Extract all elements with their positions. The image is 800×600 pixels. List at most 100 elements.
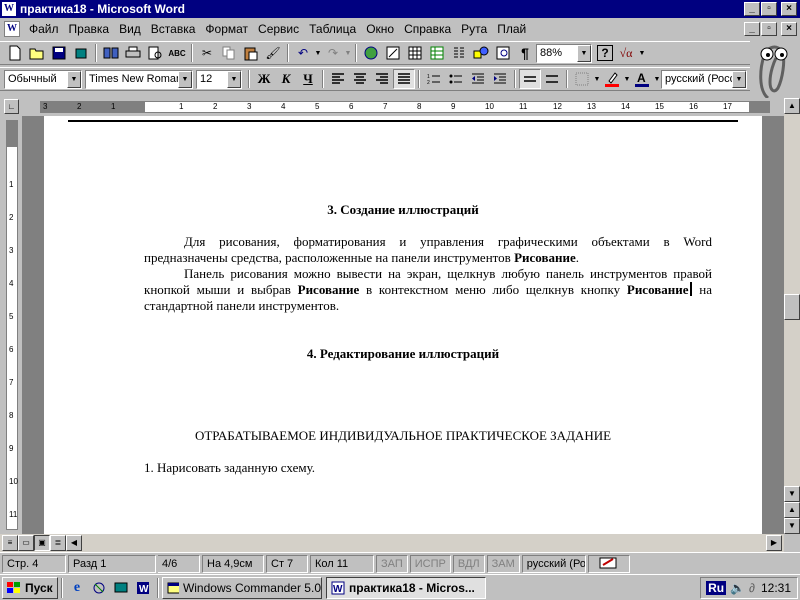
hyperlink-icon[interactable] — [360, 43, 382, 63]
align-right-icon[interactable] — [371, 69, 393, 89]
menu-format[interactable]: Формат — [200, 22, 253, 36]
normal-view-icon[interactable]: ≡ — [2, 535, 18, 551]
show-desktop-icon[interactable] — [110, 578, 132, 598]
insert-excel-icon[interactable] — [426, 43, 448, 63]
list-item-draw-scheme[interactable]: 1. Нарисовать заданную схему. — [144, 460, 712, 476]
paragraph-drawing-panel[interactable]: Панель рисования можно вывести на экран,… — [144, 266, 712, 314]
web-view-icon[interactable]: ▭ — [18, 535, 34, 551]
outline-view-icon[interactable]: ≣ — [50, 535, 66, 551]
book-icon[interactable] — [100, 43, 122, 63]
status-overtype[interactable]: ЗАМ — [486, 554, 520, 573]
heading-create-illustrations[interactable]: 3. Создание иллюстраций — [44, 202, 762, 218]
bold-button[interactable]: Ж — [253, 69, 275, 89]
doc-minimize-button[interactable]: _ — [744, 22, 760, 36]
chevron-down-icon[interactable]: ▼ — [732, 70, 746, 88]
toolbar-options-icon[interactable]: ▼ — [637, 43, 647, 63]
zoom-combo[interactable]: 88% ▼ — [536, 43, 592, 63]
print-icon[interactable] — [122, 43, 144, 63]
borders-icon[interactable] — [571, 69, 593, 89]
equation-icon[interactable]: √α — [615, 43, 637, 63]
spelling-status-icon[interactable] — [587, 554, 630, 573]
columns-icon[interactable] — [448, 43, 470, 63]
vertical-scrollbar[interactable]: ▲ ▼ ▲ ● — [784, 98, 800, 534]
paste-icon[interactable] — [240, 43, 262, 63]
page-view-icon[interactable]: ▣ — [34, 535, 50, 551]
print-preview-icon[interactable] — [144, 43, 166, 63]
task-word-document[interactable]: W практика18 - Micros... — [326, 576, 486, 599]
maximize-button[interactable]: ▫ — [761, 2, 777, 16]
highlight-icon[interactable] — [601, 69, 623, 89]
menu-ruta[interactable]: Рута — [456, 22, 492, 36]
title-bar[interactable]: W практика18 - Microsoft Word _ ▫ × — [0, 0, 800, 18]
paragraph-drawing-tools[interactable]: Для рисования, форматирования и управлен… — [144, 234, 712, 266]
document-icon[interactable]: W — [4, 21, 20, 37]
menu-table[interactable]: Таблица — [304, 22, 361, 36]
scroll-down-icon[interactable]: ▼ — [784, 486, 800, 502]
drawing-icon[interactable] — [470, 43, 492, 63]
status-record[interactable]: ЗАП — [376, 554, 408, 573]
menu-play[interactable]: Плай — [492, 22, 531, 36]
word-icon[interactable]: W — [2, 2, 16, 16]
start-button[interactable]: Пуск — [2, 576, 58, 599]
status-track[interactable]: ИСПР — [409, 554, 451, 573]
close-button[interactable]: × — [781, 2, 797, 16]
justify-icon[interactable] — [393, 69, 415, 89]
format-painter-icon[interactable]: 🖌 — [262, 43, 284, 63]
line-spacing-icon[interactable] — [519, 69, 541, 89]
chevron-down-icon[interactable]: ▼ — [67, 70, 81, 88]
align-center-icon[interactable] — [349, 69, 371, 89]
decrease-indent-icon[interactable] — [467, 69, 489, 89]
clock[interactable]: 12:31 — [761, 581, 791, 595]
menu-view[interactable]: Вид — [114, 22, 146, 36]
language-combo[interactable]: русский (Росс ▼ — [661, 69, 747, 89]
chevron-down-icon[interactable]: ▼ — [653, 69, 661, 89]
next-page-icon[interactable]: ▼ — [784, 518, 800, 534]
chevron-down-icon[interactable]: ▼ — [593, 69, 601, 89]
undo-dropdown-icon[interactable]: ▼ — [314, 43, 322, 63]
chevron-down-icon[interactable]: ▼ — [577, 44, 591, 62]
chevron-down-icon[interactable]: ▼ — [623, 69, 631, 89]
line-spacing-double-icon[interactable] — [541, 69, 563, 89]
horizontal-scrollbar[interactable]: ≡ ▭ ▣ ≣ ◀ ▶ ▼ — [0, 518, 800, 552]
menu-edit[interactable]: Правка — [64, 22, 115, 36]
style-combo[interactable]: Обычный ▼ — [4, 69, 82, 89]
tables-borders-icon[interactable] — [382, 43, 404, 63]
task-windows-commander[interactable]: Windows Commander 5.0 — [162, 576, 322, 599]
heading-practical-task[interactable]: ОТРАБАТЫВАЕМОЕ ИНДИВИДУАЛЬНОЕ ПРАКТИЧЕСК… — [44, 428, 762, 444]
ruler-bar[interactable]: 3 2 1 1 2 3 4 5 6 7 8 9 10 11 12 13 14 15 16 17 — [40, 101, 770, 113]
horizontal-ruler[interactable]: ∟ 3 2 1 1 2 3 4 5 6 7 8 9 10 11 12 13 14 15 16 17 — [0, 98, 784, 116]
help-icon[interactable]: ? — [597, 45, 613, 61]
copy-icon[interactable] — [218, 43, 240, 63]
redo-icon[interactable]: ↷ — [322, 43, 344, 63]
redo-dropdown-icon[interactable]: ▼ — [344, 43, 352, 63]
word-launcher-icon[interactable]: W — [132, 578, 154, 598]
volume-icon[interactable]: 🔈 — [730, 581, 745, 595]
cut-icon[interactable]: ✂ — [196, 43, 218, 63]
menu-insert[interactable]: Вставка — [146, 22, 201, 36]
outlook-express-icon[interactable] — [88, 578, 110, 598]
language-indicator[interactable]: Ru — [706, 581, 727, 595]
document-page[interactable]: 3. Создание иллюстраций Для рисования, ф… — [44, 116, 762, 534]
insert-table-icon[interactable] — [404, 43, 426, 63]
doc-close-button[interactable]: × — [781, 22, 797, 36]
menu-file[interactable]: Файл — [24, 22, 64, 36]
tab-selector-icon[interactable]: ∟ — [4, 99, 19, 114]
document-map-icon[interactable] — [492, 43, 514, 63]
status-language[interactable]: русский (Ро — [521, 554, 586, 573]
font-color-icon[interactable]: A — [631, 69, 653, 89]
doc-restore-button[interactable]: ▫ — [761, 22, 777, 36]
office-assistant-icon[interactable] — [752, 38, 798, 100]
font-combo[interactable]: Times New Roman ▼ — [85, 69, 193, 89]
bullets-icon[interactable] — [445, 69, 467, 89]
increase-indent-icon[interactable] — [489, 69, 511, 89]
minimize-button[interactable]: _ — [744, 2, 760, 16]
menu-help[interactable]: Справка — [399, 22, 456, 36]
network-icon[interactable]: ∂ — [749, 581, 755, 595]
show-hide-icon[interactable]: ¶ — [514, 43, 536, 63]
permission-icon[interactable] — [70, 43, 92, 63]
scroll-left-icon[interactable]: ◀ — [66, 535, 82, 551]
spelling-icon[interactable]: ABC — [166, 43, 188, 63]
document-area[interactable]: 3. Создание иллюстраций Для рисования, ф… — [22, 116, 784, 534]
heading-edit-illustrations[interactable]: 4. Редактирование иллюстраций — [44, 346, 762, 362]
open-folder-icon[interactable] — [26, 43, 48, 63]
